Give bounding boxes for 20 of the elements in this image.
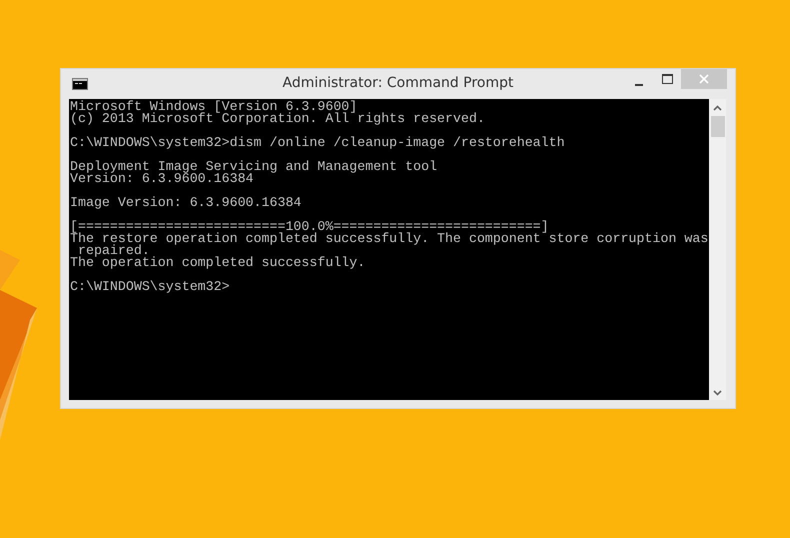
console-line: Microsoft Windows [Version 6.3.9600] xyxy=(70,101,358,113)
scroll-down-icon[interactable] xyxy=(713,390,722,396)
close-icon xyxy=(699,74,709,84)
scrollbar[interactable] xyxy=(709,99,726,400)
console-line: repaired. xyxy=(78,245,150,257)
minimize-icon xyxy=(635,84,643,86)
console-line: The restore operation completed successfully. The component store corruption was xyxy=(70,233,708,245)
console-line: Image Version: 6.3.9600.16384 xyxy=(70,197,302,209)
console-line: Version: 6.3.9600.16384 xyxy=(70,173,254,185)
console-line: (c) 2013 Microsoft Corporation. All rights reserved. xyxy=(70,113,485,125)
scrollbar-thumb[interactable] xyxy=(710,116,724,137)
scroll-up-icon[interactable] xyxy=(713,105,722,111)
console-line: Deployment Image Servicing and Management tool xyxy=(70,161,438,173)
console-icon xyxy=(72,78,88,90)
console-line: C:\WINDOWS\system32> xyxy=(70,281,230,293)
console-line: The operation completed successfully. xyxy=(70,257,366,269)
maximize-icon xyxy=(662,74,672,84)
console-line: C:\WINDOWS\system32>dism /online /cleanup-image /restorehealth xyxy=(70,137,565,149)
window-title: Administrator: Command Prompt xyxy=(282,75,514,91)
console-line: [==========================100.0%==========================] xyxy=(70,221,549,233)
